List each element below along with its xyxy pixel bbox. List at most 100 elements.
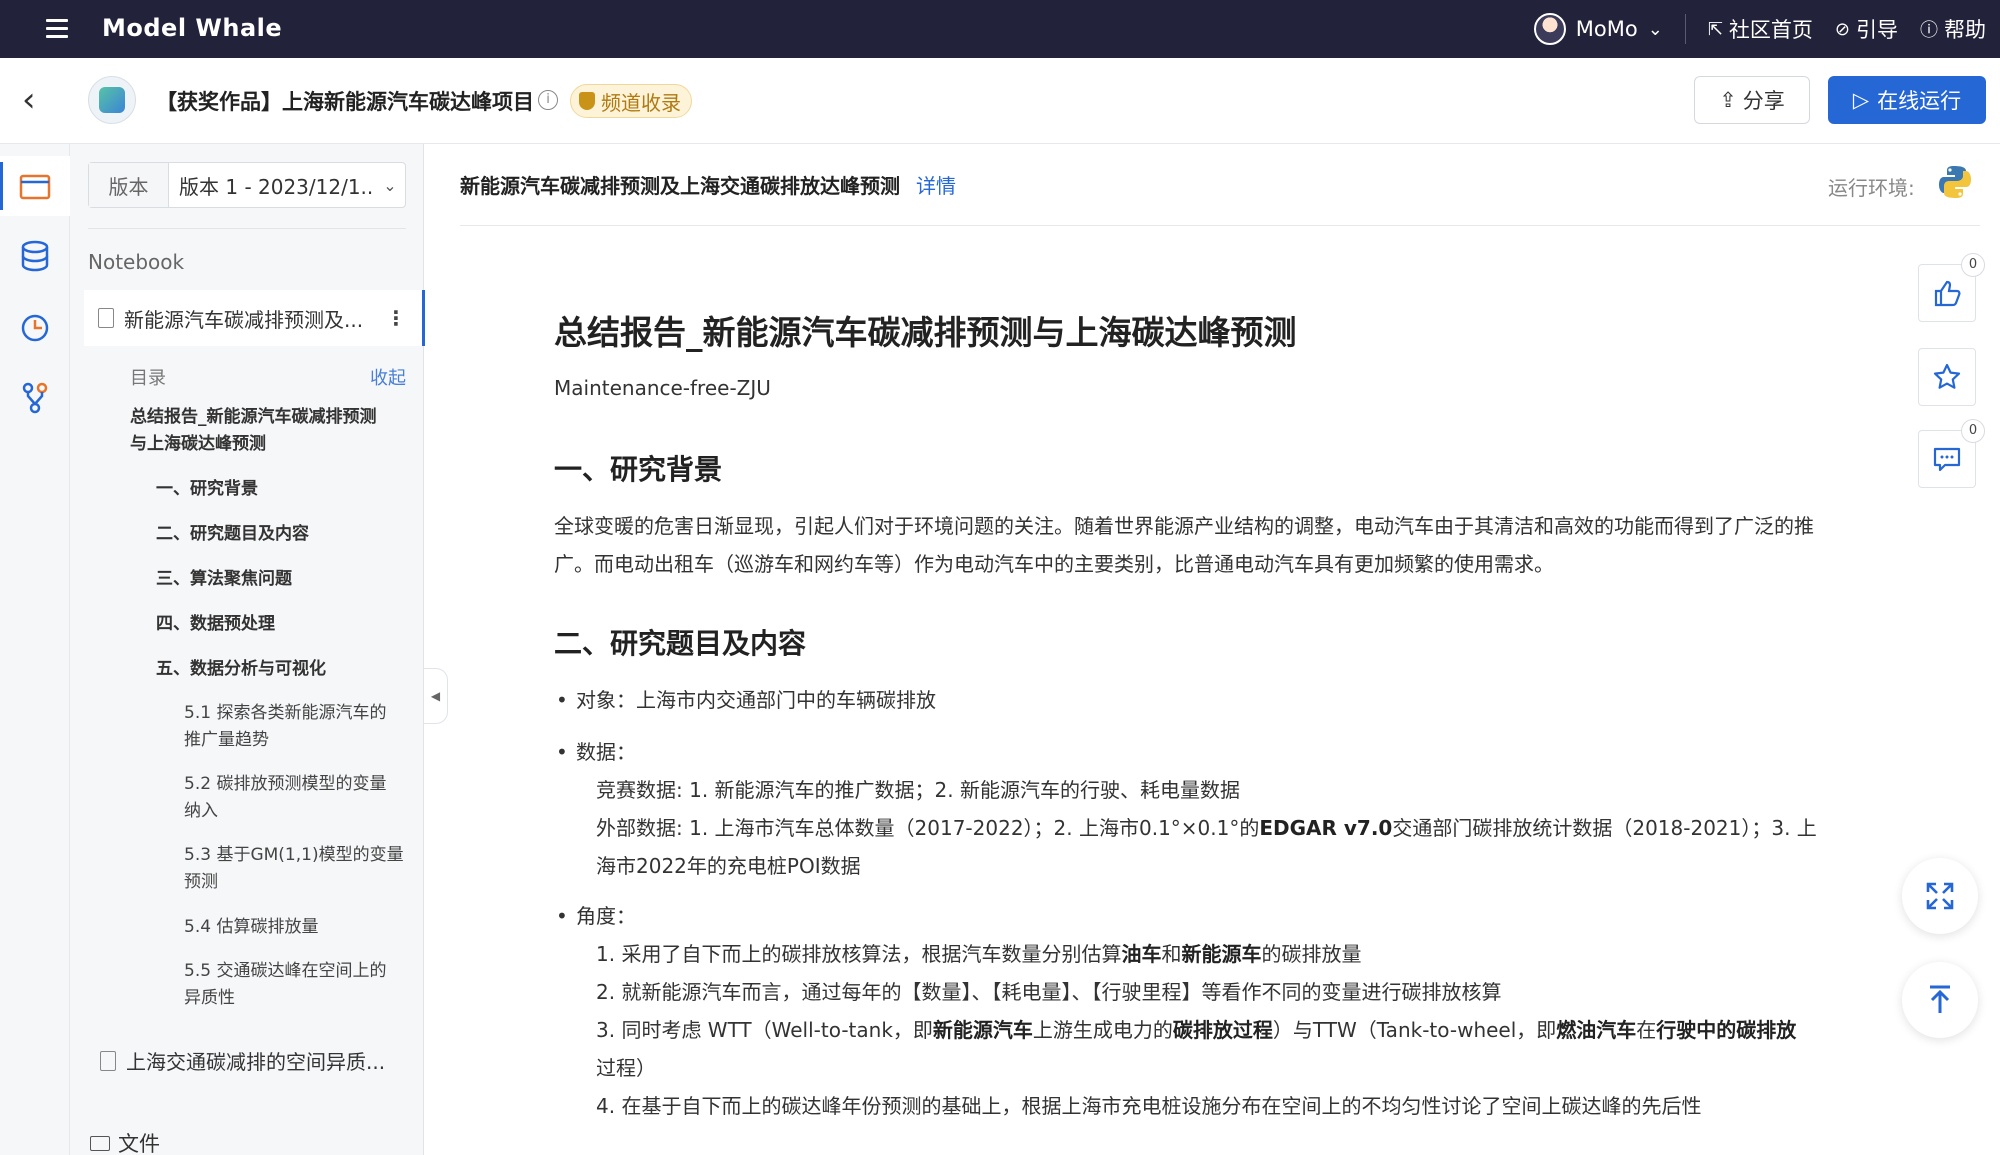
play-icon: ▷: [1852, 88, 1870, 112]
doc-title: 总结报告_新能源汽车碳减排预测与上海碳达峰预测: [554, 313, 1297, 352]
comment-icon: [1933, 447, 1961, 472]
notebook-tab-icon[interactable]: [0, 156, 70, 216]
toc-item[interactable]: 5.5 交通碳达峰在空间上的: [184, 958, 386, 985]
paragraph: 广。而电动出租车（巡游车和网约车等）作为电动汽车中的主要类别，比普通电动汽车具有…: [554, 552, 1554, 576]
list-item: 对象：上海市内交通部门中的车辆碳排放: [556, 681, 936, 719]
divider: [1684, 14, 1686, 44]
like-button[interactable]: 0: [1918, 253, 1985, 322]
community-home-label: 社区首页: [1728, 18, 1813, 42]
toc-item[interactable]: 推广量趋势: [184, 727, 269, 754]
notebook-title: 新能源汽车碳减排预测及上海交通碳排放达峰预测: [460, 174, 900, 198]
file-icon: [100, 1050, 116, 1071]
list-item-line: 4. 在基于自下而上的碳达峰年份预测的基础上，根据上海市充电桩设施分布在空间上的…: [596, 1094, 1702, 1118]
toc-item[interactable]: 5.4 估算碳排放量: [184, 914, 318, 941]
fullscreen-button[interactable]: [1902, 858, 1978, 934]
collapse-sidebar-icon[interactable]: ◀: [424, 668, 448, 724]
list-item-line: 过程）: [596, 1056, 656, 1080]
list-item-line: 竞赛数据: 1. 新能源汽车的推广数据；2. 新能源汽车的行驶、耗电量数据: [596, 778, 1240, 802]
user-menu[interactable]: MoMo ⌄: [1533, 13, 1663, 45]
list-item-line: 海市2022年的充电桩POI数据: [596, 854, 861, 878]
project-header: ‹ 【获奖作品】上海新能源汽车碳达峰项目 i 频道收录 ⇪ 分享 ▷ 在线运行: [0, 58, 2000, 144]
comment-button[interactable]: 0: [1918, 419, 1985, 488]
top-right-nav: MoMo ⌄ ⇱ 社区首页 ⊘ 引导 ⓘ 帮助: [1533, 0, 1986, 58]
more-options-icon[interactable]: ⋮: [386, 306, 406, 330]
back-arrow-icon[interactable]: ‹: [22, 83, 50, 119]
thumbs-up-icon: [1934, 280, 1961, 307]
paragraph: 全球变暖的危害日渐显现，引起人们对于环境问题的关注。随着世界能源产业结构的调整，…: [554, 514, 1814, 538]
notebook-sidebar: 版本 版本 1 - 2023/12/1... ⌄ Notebook 新能源汽车碳…: [70, 144, 425, 1155]
scroll-top-button[interactable]: [1902, 962, 1978, 1038]
run-online-button[interactable]: ▷ 在线运行: [1828, 76, 1986, 124]
community-home-link[interactable]: ⇱ 社区首页: [1708, 14, 1813, 44]
shield-icon: [579, 92, 595, 110]
toc-item[interactable]: 四、数据预处理: [156, 611, 275, 638]
list-item: 数据：: [556, 733, 636, 771]
share-button[interactable]: ⇪ 分享: [1694, 76, 1810, 124]
toc-item[interactable]: 一、研究背景: [156, 476, 258, 503]
badge-label: 频道收录: [601, 90, 681, 115]
toc-item[interactable]: 异质性: [184, 985, 235, 1012]
run-label: 在线运行: [1877, 89, 1962, 113]
toc-item[interactable]: 5.1 探索各类新能源汽车的: [184, 700, 386, 727]
brand-logo[interactable]: Model Whale: [102, 14, 282, 42]
toc-item[interactable]: 预测: [184, 869, 218, 896]
toc-item[interactable]: 总结报告_新能源汽车碳减排预测: [130, 404, 377, 431]
toc-item[interactable]: 三、算法聚焦问题: [156, 566, 292, 593]
toc-item[interactable]: 5.2 碳排放预测模型的变量: [184, 771, 386, 798]
toc-item[interactable]: 纳入: [184, 798, 218, 825]
runtime-env-label: 运行环境:: [1828, 176, 1915, 200]
notebook-file-item[interactable]: 新能源汽车碳减排预测及... ⋮: [84, 290, 425, 346]
list-item-line: 2. 就新能源汽车而言，通过每年的【数量】、【耗电量】、【行驶里程】等看作不同的…: [596, 980, 1502, 1004]
file-name: 上海交通碳减排的空间异质...: [126, 1050, 386, 1074]
branch-icon[interactable]: [0, 368, 70, 428]
toc-item[interactable]: 五、数据分析与可视化: [156, 656, 326, 683]
chevron-down-icon: ⌄: [1647, 18, 1663, 40]
section-heading: 一、研究背景: [554, 453, 723, 486]
user-name: MoMo: [1575, 17, 1638, 41]
star-icon: [1933, 363, 1961, 389]
version-select[interactable]: 版本 版本 1 - 2023/12/1... ⌄: [88, 162, 406, 208]
toc-header: 目录 收起: [130, 364, 406, 390]
notebook-file-item[interactable]: 上海交通碳减排的空间异质...: [100, 1046, 385, 1075]
info-icon[interactable]: i: [538, 90, 558, 110]
version-value: 版本 1 - 2023/12/1...: [179, 174, 375, 199]
files-label: 文件: [118, 1132, 160, 1155]
list-item-line: 1. 采用了自下而上的碳排放核算法，根据汽车数量分别估算油车和新能源车的碳排放量: [596, 942, 1362, 966]
database-icon[interactable]: [0, 226, 70, 286]
top-bar: Model Whale MoMo ⌄ ⇱ 社区首页 ⊘ 引导 ⓘ 帮助: [0, 0, 2000, 58]
favorite-button[interactable]: [1918, 348, 1976, 406]
project-title: 【获奖作品】上海新能源汽车碳达峰项目: [156, 90, 534, 114]
toc-item[interactable]: 与上海碳达峰预测: [130, 431, 266, 458]
notebook-section-label: Notebook: [88, 250, 185, 274]
expand-icon: [1926, 882, 1954, 910]
file-name: 新能源汽车碳减排预测及...: [124, 307, 364, 332]
channel-badge: 频道收录: [570, 84, 692, 118]
toc-collapse-link[interactable]: 收起: [370, 364, 406, 390]
avatar: [1533, 13, 1566, 45]
compass-icon: ⊘: [1834, 18, 1850, 40]
python-icon: [1939, 166, 1971, 198]
section-heading: 二、研究题目及内容: [554, 627, 807, 660]
toc-title: 目录: [130, 368, 166, 389]
share-label: 分享: [1742, 89, 1785, 113]
menu-icon[interactable]: [46, 19, 68, 39]
toc-item[interactable]: 二、研究题目及内容: [156, 521, 309, 548]
comment-count: 0: [1961, 419, 1985, 443]
exit-icon: ⇱: [1707, 18, 1723, 40]
history-icon[interactable]: [0, 298, 70, 358]
folder-icon: [90, 1135, 110, 1151]
guide-link[interactable]: ⊘ 引导: [1835, 14, 1898, 44]
help-link[interactable]: ⓘ 帮助: [1920, 14, 1986, 44]
list-item: 角度：: [556, 897, 636, 935]
notebook-header: 新能源汽车碳减排预测及上海交通碳排放达峰预测 详情 运行环境:: [460, 144, 1980, 226]
files-section[interactable]: 文件: [90, 1128, 160, 1155]
project-icon: [88, 76, 136, 124]
details-link[interactable]: 详情: [916, 170, 956, 199]
share-icon: ⇪: [1719, 88, 1737, 112]
list-item-line: 外部数据: 1. 上海市汽车总体数量（2017-2022）；2. 上海市0.1°…: [596, 816, 1817, 840]
icon-rail: [0, 144, 70, 1155]
help-icon: ⓘ: [1920, 20, 1938, 41]
arrow-up-icon: [1930, 985, 1950, 1013]
toc-item[interactable]: 5.3 基于GM(1,1)模型的变量: [184, 842, 404, 869]
file-icon: [98, 308, 114, 328]
